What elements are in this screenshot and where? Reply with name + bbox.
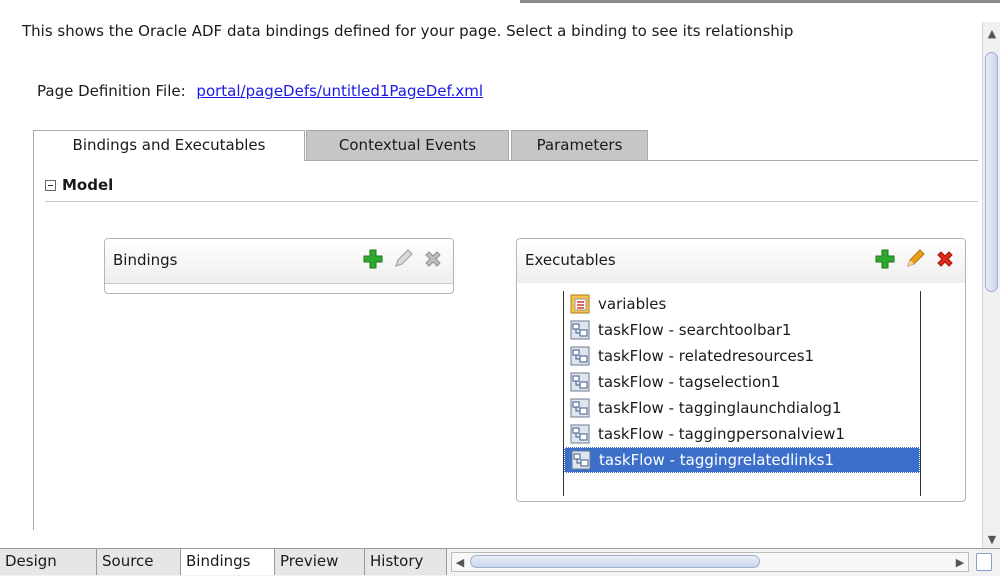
- executables-list: variables taskFlow - searchtoolbar1 task…: [563, 291, 921, 496]
- list-item[interactable]: taskFlow - relatedresources1: [564, 343, 920, 369]
- list-item[interactable]: variables: [564, 291, 920, 317]
- scrollbar-thumb[interactable]: [985, 52, 998, 292]
- taskflow-icon: [570, 398, 590, 418]
- edit-icon[interactable]: [391, 247, 415, 271]
- list-item[interactable]: taskFlow - tagginglaunchdialog1: [564, 395, 920, 421]
- tab-parameters[interactable]: Parameters: [511, 130, 648, 160]
- tab-history[interactable]: History: [365, 549, 447, 575]
- taskflow-icon: [570, 346, 590, 366]
- list-item[interactable]: taskFlow - tagselection1: [564, 369, 920, 395]
- page-definition-row: Page Definition File: portal/pageDefs/un…: [37, 82, 483, 100]
- taskflow-icon: [570, 320, 590, 340]
- intro-text: This shows the Oracle ADF data bindings …: [22, 22, 794, 40]
- bindings-list[interactable]: [105, 283, 453, 293]
- list-item-selected[interactable]: taskFlow - taggingrelatedlinks1: [564, 447, 920, 473]
- taskflow-icon: [570, 424, 590, 444]
- bindings-panel-header: Bindings: [105, 239, 453, 283]
- collapse-icon[interactable]: [45, 179, 56, 191]
- bindings-panel: Bindings: [104, 238, 454, 294]
- page-definition-link[interactable]: portal/pageDefs/untitled1PageDef.xml: [196, 82, 483, 100]
- page-definition-label: Page Definition File:: [37, 82, 186, 100]
- variables-icon: [570, 294, 590, 314]
- add-icon[interactable]: [361, 247, 385, 271]
- vertical-scrollbar[interactable]: ▲ ▼: [982, 22, 1000, 550]
- delete-icon[interactable]: [933, 247, 957, 271]
- taskflow-icon: [571, 450, 591, 470]
- editor-bottom-bar: Design Source Bindings Preview History ◀…: [0, 548, 1000, 576]
- top-edge: [0, 0, 1000, 8]
- scroll-down-icon[interactable]: ▼: [983, 530, 1000, 548]
- model-divider: [45, 201, 978, 202]
- scroll-right-icon[interactable]: ▶: [952, 553, 968, 571]
- model-section-header[interactable]: Model: [45, 176, 113, 194]
- edit-icon[interactable]: [903, 247, 927, 271]
- tab-panel-border: [33, 160, 34, 530]
- tab-bindings[interactable]: Bindings: [181, 549, 275, 575]
- list-item[interactable]: taskFlow - taggingpersonalview1: [564, 421, 920, 447]
- scroll-left-icon[interactable]: ◀: [452, 553, 468, 571]
- tab-bindings-and-executables[interactable]: Bindings and Executables: [33, 130, 305, 161]
- taskflow-icon: [570, 372, 590, 392]
- executables-panel-header: Executables: [517, 239, 965, 283]
- tab-contextual-events[interactable]: Contextual Events: [306, 130, 509, 160]
- model-label: Model: [62, 176, 114, 194]
- scroll-up-icon[interactable]: ▲: [983, 24, 1000, 42]
- executables-title: Executables: [525, 251, 616, 269]
- tab-preview[interactable]: Preview: [275, 549, 365, 575]
- scrollbar-thumb[interactable]: [470, 555, 760, 568]
- add-icon[interactable]: [873, 247, 897, 271]
- bindings-title: Bindings: [113, 251, 178, 269]
- horizontal-scrollbar[interactable]: ◀ ▶: [451, 552, 969, 572]
- tab-design[interactable]: Design: [0, 549, 97, 575]
- tab-source[interactable]: Source: [97, 549, 181, 575]
- executables-panel: Executables variables taskFlow - searcht…: [516, 238, 966, 502]
- delete-icon[interactable]: [421, 247, 445, 271]
- split-handle-icon[interactable]: [976, 553, 992, 571]
- list-item[interactable]: taskFlow - searchtoolbar1: [564, 317, 920, 343]
